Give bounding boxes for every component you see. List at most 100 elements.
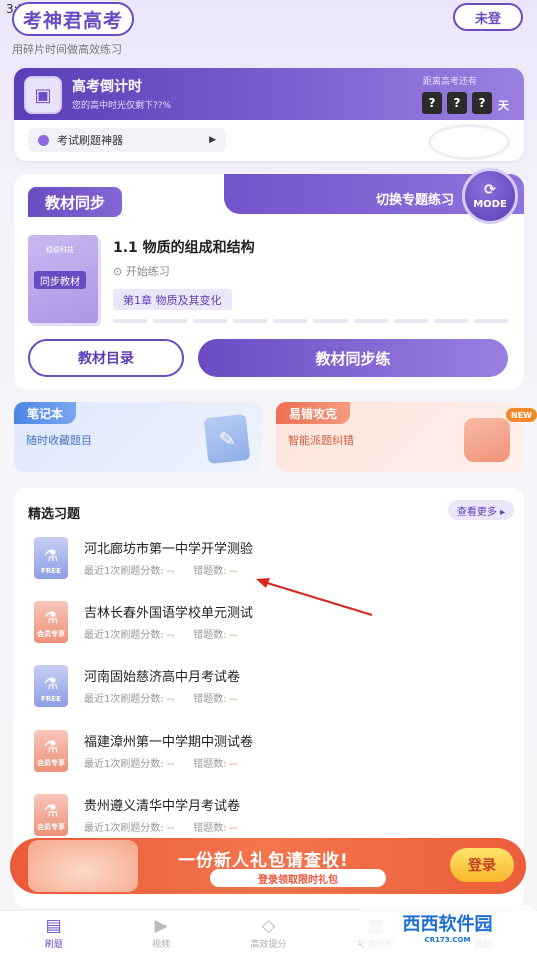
score-value: -- — [166, 759, 175, 770]
new-badge: NEW — [506, 408, 537, 422]
folder-icon — [464, 418, 510, 462]
wrong-questions-subtitle: 智能派题纠错 — [288, 434, 354, 447]
item-badge: 会员专享 — [37, 759, 65, 767]
site-watermark: 西西软件园 CR173.COM — [360, 905, 535, 949]
planet-decoration — [428, 124, 510, 160]
notebook-pen-icon: ✎ — [203, 413, 251, 465]
notebook-subtitle: 随时收藏题目 — [26, 434, 92, 447]
start-practice-link[interactable]: ⊙ 开始练习 — [113, 263, 170, 279]
item-badge: FREE — [41, 567, 61, 575]
nav-label: 高效提分 — [250, 939, 287, 950]
nav-item-video[interactable]: ▶ 视频 — [107, 911, 214, 955]
item-badge: 会员专享 — [37, 823, 65, 831]
score-label: 最近1次刷题分数: — [84, 694, 164, 705]
cover-publisher: 稳稳科技 — [46, 246, 74, 254]
nav-label: 视频 — [152, 939, 171, 950]
nav-item-printer[interactable]: ▤ 刷题 — [0, 911, 107, 955]
tool-dot-icon — [38, 134, 49, 146]
promo-subline: 登录领取限时礼包 — [210, 869, 386, 887]
item-meta: 最近1次刷题分数: -- 错题数: -- — [84, 819, 237, 834]
countdown-days-label: 距离高考还有 — [423, 77, 478, 87]
wrong-questions-title: 易错攻克 — [276, 402, 350, 424]
textbook-sync-tab[interactable]: 教材同步 — [28, 187, 122, 217]
lesson-title[interactable]: 1.1 物质的组成和结构 — [113, 237, 255, 257]
progress-segments — [113, 319, 508, 323]
notebook-card[interactable]: 笔记本 随时收藏题目 ✎ — [14, 402, 262, 472]
exam-tool-label: 考试刷题神器 — [57, 134, 123, 147]
textbook-cover[interactable]: 稳稳科技 同步教材 — [28, 235, 98, 323]
item-meta: 最近1次刷题分数: -- 错题数: -- — [84, 690, 237, 705]
watermark-brand: 西西软件园 — [402, 914, 493, 935]
wrong-count-value: -- — [229, 566, 237, 577]
login-button[interactable]: 未登 — [453, 3, 523, 31]
score-label: 最近1次刷题分数: — [84, 759, 164, 770]
printer-icon: ▤ — [45, 915, 62, 936]
diamond-icon: ◇ — [261, 915, 276, 936]
wrong-count-label: 错题数: — [193, 566, 227, 577]
item-badge: 会员专享 — [37, 630, 65, 638]
item-badge: FREE — [41, 695, 61, 703]
cover-tag: 同步教材 — [34, 271, 86, 289]
wrong-questions-card[interactable]: 易错攻克 智能派题纠错 NEW — [276, 402, 537, 472]
flask-icon: ⚗ 会员专享 — [34, 794, 68, 836]
shopping-bag-icon: ▣ — [24, 76, 62, 114]
wrong-count-label: 错题数: — [193, 630, 227, 641]
score-label: 最近1次刷题分数: — [84, 566, 164, 577]
flask-icon: ⚗ 会员专享 — [34, 601, 68, 643]
switch-topic-label[interactable]: 切换专题练习 — [376, 189, 454, 208]
item-meta: 最近1次刷题分数: -- 错题数: -- — [84, 755, 237, 770]
new-user-gift-banner[interactable]: 一份新人礼包请查收! 登录领取限时礼包 登录 — [10, 838, 526, 894]
textbook-practice-button[interactable]: 教材同步练 — [198, 339, 508, 377]
score-value: -- — [166, 630, 175, 641]
gift-box-icon — [28, 840, 138, 892]
item-meta: 最近1次刷题分数: -- 错题数: -- — [84, 626, 237, 641]
wrong-count-label: 错题数: — [193, 694, 227, 705]
wrong-count-value: -- — [229, 823, 237, 834]
list-item[interactable]: ⚗ FREE 河南固始慈济高中月考试卷 最近1次刷题分数: -- 错题数: -- — [14, 657, 524, 721]
promo-headline: 一份新人礼包请查收! — [178, 851, 349, 871]
countdown-digit: ? — [472, 92, 492, 114]
countdown-digit: ? — [422, 92, 442, 114]
flask-icon: ⚗ FREE — [34, 665, 68, 707]
nav-item-diamond[interactable]: ◇ 高效提分 — [215, 911, 322, 955]
mode-button[interactable]: ⟳ MODE — [462, 168, 518, 224]
annotation-arrow — [256, 578, 373, 616]
item-title: 河南固始慈济高中月考试卷 — [84, 670, 241, 685]
wrong-count-label: 错题数: — [193, 759, 227, 770]
notebook-title: 笔记本 — [14, 402, 76, 424]
countdown-unit: 天 — [498, 99, 509, 112]
featured-title: 精选习题 — [28, 507, 81, 522]
item-title: 吉林长春外国语学校单元测试 — [84, 606, 254, 621]
score-value: -- — [166, 823, 175, 834]
flask-icon: ⚗ FREE — [34, 537, 68, 579]
refresh-icon: ⟳ — [484, 181, 496, 198]
app-slogan: 用碎片时间做高效练习 — [12, 43, 122, 56]
flask-icon: ⚗ 会员专享 — [34, 730, 68, 772]
score-value: -- — [166, 566, 175, 577]
item-meta: 最近1次刷题分数: -- 错题数: -- — [84, 562, 237, 577]
play-arrow-icon: ▶ — [209, 135, 216, 145]
app-logo: 考神君高考 — [12, 2, 134, 36]
list-item[interactable]: ⚗ 会员专享 福建漳州第一中学期中测试卷 最近1次刷题分数: -- 错题数: -- — [14, 722, 524, 786]
countdown-subtitle: 您的高中时光仅剩下??% — [72, 101, 172, 111]
wrong-count-label: 错题数: — [193, 823, 227, 834]
wrong-count-value: -- — [229, 630, 237, 641]
wrong-count-value: -- — [229, 759, 237, 770]
play-circle-icon: ⊙ — [113, 265, 126, 278]
score-label: 最近1次刷题分数: — [84, 823, 164, 834]
countdown-title: 高考倒计时 — [72, 79, 142, 95]
textbook-catalog-button[interactable]: 教材目录 — [28, 339, 184, 377]
textbook-sync-card: 教材同步 切换专题练习 ⟳ MODE 稳稳科技 同步教材 1.1 物质的组成和结… — [14, 168, 524, 390]
start-practice-label: 开始练习 — [125, 265, 170, 278]
nav-label: 刷题 — [44, 939, 63, 950]
countdown-card: ▣ 高考倒计时 您的高中时光仅剩下??% 距离高考还有 ? ? ? 天 考试刷题… — [14, 68, 524, 161]
countdown-digit: ? — [447, 92, 467, 114]
view-more-button[interactable]: 查看更多 ▸ — [448, 500, 514, 520]
mode-label: MODE — [473, 198, 507, 210]
score-label: 最近1次刷题分数: — [84, 630, 164, 641]
item-title: 福建漳州第一中学期中测试卷 — [84, 735, 254, 750]
exam-tool-link[interactable]: 考试刷题神器 ▶ — [28, 128, 226, 152]
promo-login-button[interactable]: 登录 — [450, 848, 514, 882]
item-title: 河北廊坊市第一中学开学测验 — [84, 542, 254, 557]
watermark-url: CR173.COM — [424, 936, 471, 944]
